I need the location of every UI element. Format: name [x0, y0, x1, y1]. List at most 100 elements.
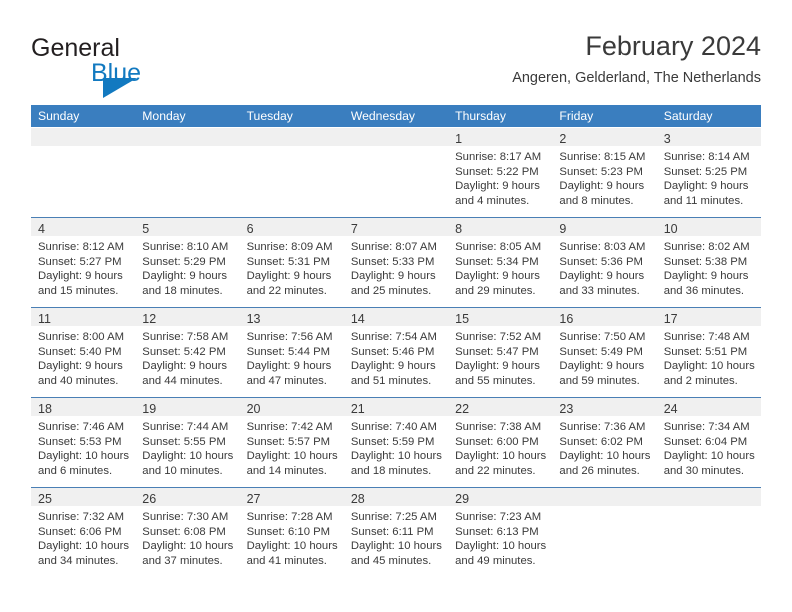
day-number-band: 8 [448, 218, 553, 236]
day-cell-21[interactable]: 21 Sunrise: 7:40 AM Sunset: 5:59 PM Dayligh… [343, 398, 449, 487]
logo-text-blue: Blue [91, 59, 142, 87]
day-number: 5 [142, 222, 150, 236]
daylight-text-line2: and 36 minutes. [663, 284, 745, 297]
day-cell-6[interactable]: 6 Sunrise: 8:09 AM Sunset: 5:31 PM Daylight… [239, 218, 344, 307]
day-cell-empty [135, 128, 240, 217]
sunrise-text: Sunrise: 8:07 AM [350, 241, 437, 253]
day-number-band: 22 [448, 398, 553, 416]
general-blue-logo[interactable]: General Blue [31, 35, 261, 98]
day-cell-body: Sunrise: 7:44 AM Sunset: 5:55 PM Daylight:… [135, 416, 239, 478]
day-cell-20[interactable]: 20 Sunrise: 7:42 AM Sunset: 5:57 PM Dayligh… [239, 398, 344, 487]
daylight-text-line1: Daylight: 9 hours [455, 360, 540, 373]
day-cell-empty [552, 488, 657, 577]
daylight-text-line2: and 34 minutes. [38, 554, 119, 567]
day-cell-11[interactable]: 11 Sunrise: 8:00 AM Sunset: 5:40 PM Dayligh… [31, 308, 136, 397]
sunrise-text: Sunrise: 8:05 AM [455, 241, 542, 253]
sunrise-text: Sunrise: 7:54 AM [350, 331, 437, 343]
sunset-text: Sunset: 5:40 PM [38, 345, 122, 358]
calendar-week-row: 4 Sunrise: 8:12 AM Sunset: 5:27 PM Daylight… [31, 217, 761, 307]
day-cell-13[interactable]: 13 Sunrise: 7:56 AM Sunset: 5:44 PM Dayligh… [239, 308, 344, 397]
day-cell-14[interactable]: 14 Sunrise: 7:54 AM Sunset: 5:46 PM Dayligh… [343, 308, 449, 397]
day-number-band: 29 [448, 488, 553, 506]
day-cell-body [135, 146, 239, 150]
daylight-text-line2: and 10 minutes. [142, 464, 223, 477]
day-cell-body: Sunrise: 8:05 AM Sunset: 5:34 PM Daylight:… [448, 236, 552, 298]
weekday-header-thursday: Thursday [455, 109, 506, 123]
sunrise-text: Sunrise: 7:28 AM [246, 511, 333, 523]
day-number: 21 [350, 402, 365, 416]
sunrise-text: Sunrise: 8:15 AM [559, 151, 646, 163]
day-cell-24[interactable]: 24 Sunrise: 7:34 AM Sunset: 6:04 PM Dayligh… [656, 398, 761, 487]
daylight-text-line1: Daylight: 9 hours [559, 180, 645, 193]
sunset-text: Sunset: 5:51 PM [663, 345, 748, 358]
day-cell-18[interactable]: 18 Sunrise: 7:46 AM Sunset: 5:53 PM Dayligh… [31, 398, 136, 487]
day-number-band: 7 [343, 218, 449, 236]
page-subtitle: Angeren, Gelderland, The Netherlands [512, 70, 761, 86]
calendar-grid: Sunday Monday Tuesday Wednesday Thursday Frid… [31, 105, 761, 577]
sunset-text: Sunset: 5:47 PM [455, 345, 539, 358]
day-cell-3[interactable]: 3 Sunrise: 8:14 AM Sunset: 5:25 PM Daylight… [656, 128, 761, 217]
day-number-band: 23 [552, 398, 657, 416]
sunset-text: Sunset: 5:22 PM [455, 165, 539, 178]
daylight-text-line1: Daylight: 9 hours [38, 360, 123, 373]
calendar-weeks: 1 Sunrise: 8:17 AM Sunset: 5:22 PM Daylight… [31, 127, 761, 577]
weekday-header-sunday: Sunday [38, 109, 80, 123]
day-cell-body: Sunrise: 8:09 AM Sunset: 5:31 PM Daylight:… [240, 236, 344, 298]
day-cell-15[interactable]: 15 Sunrise: 7:52 AM Sunset: 5:47 PM Dayligh… [448, 308, 553, 397]
sunset-text: Sunset: 6:02 PM [559, 435, 643, 448]
day-cell-29[interactable]: 29 Sunrise: 7:23 AM Sunset: 6:13 PM Dayligh… [448, 488, 553, 577]
sunrise-text: Sunrise: 8:17 AM [455, 151, 542, 163]
day-number: 4 [38, 222, 45, 236]
daylight-text-line1: Daylight: 9 hours [142, 270, 228, 283]
day-cell-12[interactable]: 12 Sunrise: 7:58 AM Sunset: 5:42 PM Dayligh… [135, 308, 240, 397]
daylight-text-line1: Daylight: 10 hours [246, 540, 338, 553]
day-number: 27 [246, 492, 261, 506]
day-number-band: 20 [239, 398, 344, 416]
sunset-text: Sunset: 6:11 PM [350, 525, 434, 538]
daylight-text-line2: and 15 minutes. [38, 284, 119, 297]
day-number: 3 [663, 132, 671, 146]
day-number: 13 [246, 312, 261, 326]
daylight-text-line2: and 26 minutes. [559, 464, 640, 477]
sunrise-text: Sunrise: 7:40 AM [350, 421, 437, 433]
day-number-band [656, 488, 761, 506]
day-cell-1[interactable]: 1 Sunrise: 8:17 AM Sunset: 5:22 PM Daylight… [448, 128, 553, 217]
day-cell-body: Sunrise: 8:17 AM Sunset: 5:22 PM Daylight:… [448, 146, 552, 208]
day-cell-28[interactable]: 28 Sunrise: 7:25 AM Sunset: 6:11 PM Dayligh… [343, 488, 449, 577]
sunset-text: Sunset: 5:53 PM [38, 435, 122, 448]
day-cell-23[interactable]: 23 Sunrise: 7:36 AM Sunset: 6:02 PM Dayligh… [552, 398, 657, 487]
day-number-band: 5 [135, 218, 240, 236]
day-cell-8[interactable]: 8 Sunrise: 8:05 AM Sunset: 5:34 PM Daylight… [448, 218, 553, 307]
daylight-text-line2: and 51 minutes. [350, 374, 432, 387]
day-cell-9[interactable]: 9 Sunrise: 8:03 AM Sunset: 5:36 PM Daylight… [552, 218, 657, 307]
sunrise-text: Sunrise: 7:32 AM [38, 511, 125, 523]
daylight-text-line2: and 40 minutes. [38, 374, 119, 387]
day-cell-body: Sunrise: 7:58 AM Sunset: 5:42 PM Daylight:… [135, 326, 239, 388]
day-cell-17[interactable]: 17 Sunrise: 7:48 AM Sunset: 5:51 PM Dayligh… [656, 308, 761, 397]
day-cell-16[interactable]: 16 Sunrise: 7:50 AM Sunset: 5:49 PM Dayligh… [552, 308, 657, 397]
day-cell-body: Sunrise: 7:28 AM Sunset: 6:10 PM Daylight:… [240, 506, 344, 568]
sunset-text: Sunset: 5:29 PM [142, 255, 226, 268]
day-number-band: 11 [31, 308, 136, 326]
weekday-header-wednesday: Wednesday [350, 109, 415, 123]
sunset-text: Sunset: 6:13 PM [455, 525, 539, 538]
day-cell-body: Sunrise: 8:14 AM Sunset: 5:25 PM Daylight:… [657, 146, 761, 208]
sunset-text: Sunset: 5:46 PM [350, 345, 435, 358]
day-number: 26 [142, 492, 157, 506]
day-number-band [343, 128, 449, 146]
day-cell-25[interactable]: 25 Sunrise: 7:32 AM Sunset: 6:06 PM Dayligh… [31, 488, 136, 577]
daylight-text-line2: and 22 minutes. [455, 464, 536, 477]
day-cell-26[interactable]: 26 Sunrise: 7:30 AM Sunset: 6:08 PM Dayligh… [135, 488, 240, 577]
day-cell-body [344, 146, 448, 150]
daylight-text-line1: Daylight: 9 hours [455, 270, 540, 283]
day-cell-2[interactable]: 2 Sunrise: 8:15 AM Sunset: 5:23 PM Daylight… [552, 128, 657, 217]
day-cell-22[interactable]: 22 Sunrise: 7:38 AM Sunset: 6:00 PM Dayligh… [448, 398, 553, 487]
day-cell-4[interactable]: 4 Sunrise: 8:12 AM Sunset: 5:27 PM Daylight… [31, 218, 136, 307]
day-cell-10[interactable]: 10 Sunrise: 8:02 AM Sunset: 5:38 PM Dayligh… [656, 218, 761, 307]
day-cell-5[interactable]: 5 Sunrise: 8:10 AM Sunset: 5:29 PM Daylight… [135, 218, 240, 307]
day-number-band: 16 [552, 308, 657, 326]
day-cell-27[interactable]: 27 Sunrise: 7:28 AM Sunset: 6:10 PM Dayligh… [239, 488, 344, 577]
day-cell-7[interactable]: 7 Sunrise: 8:07 AM Sunset: 5:33 PM Daylight… [343, 218, 449, 307]
day-cell-19[interactable]: 19 Sunrise: 7:44 AM Sunset: 5:55 PM Dayligh… [135, 398, 240, 487]
day-number-band: 19 [135, 398, 240, 416]
